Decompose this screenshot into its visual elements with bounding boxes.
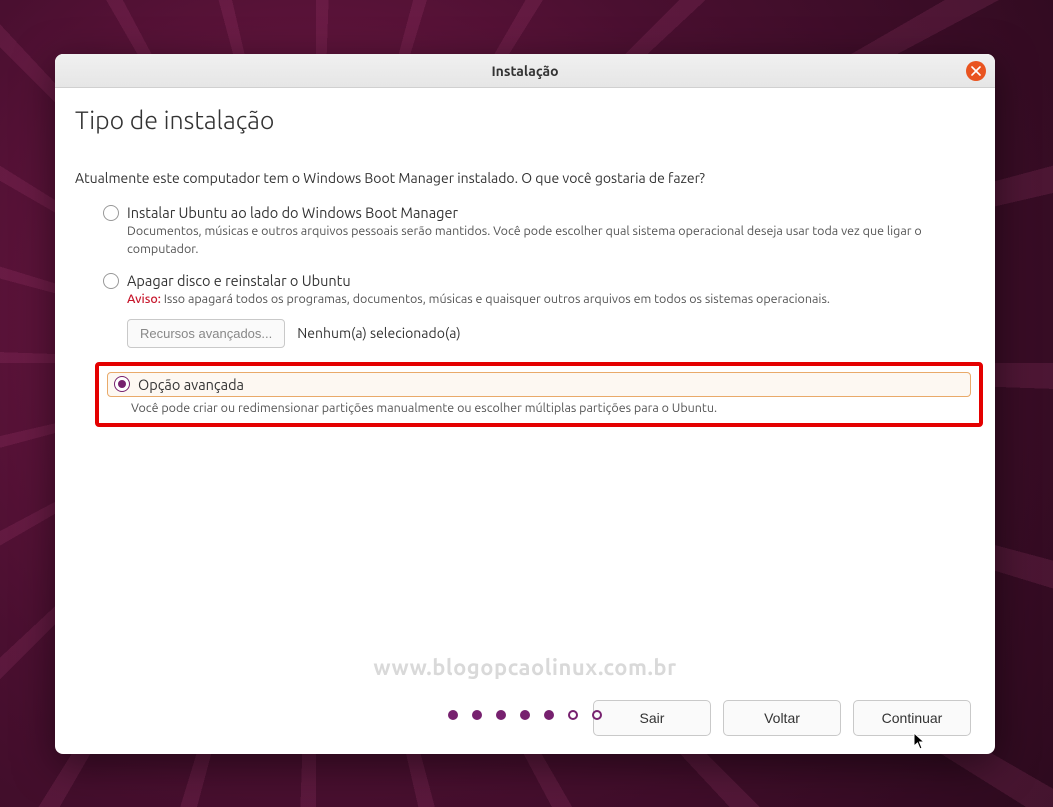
option-advanced: Opção avançada (107, 372, 971, 397)
progress-dot (496, 710, 506, 720)
radio-erase[interactable] (103, 273, 119, 289)
option-advanced-desc: Você pode criar ou redimensionar partiçõ… (131, 401, 971, 415)
progress-dot (520, 710, 530, 720)
quit-button[interactable]: Sair (593, 700, 711, 736)
radio-alongside[interactable] (103, 205, 119, 221)
prompt-text: Atualmente este computador tem o Windows… (75, 170, 975, 186)
install-options: Instalar Ubuntu ao lado do Windows Boot … (75, 204, 975, 427)
progress-dot (568, 710, 578, 720)
option-erase: Apagar disco e reinstalar o Ubuntu Aviso… (103, 272, 975, 348)
progress-dot (472, 710, 482, 720)
option-erase-desc: Aviso: Isso apagará todos os programas, … (127, 291, 975, 309)
titlebar: Instalação (55, 54, 995, 88)
close-icon (971, 62, 981, 80)
watermark-text: www.blogopcaolinux.com.br (373, 655, 676, 680)
content-area: Tipo de instalação Atualmente este compu… (55, 88, 995, 754)
window-title: Instalação (491, 63, 558, 79)
progress-dots (448, 710, 602, 720)
back-button[interactable]: Voltar (723, 700, 841, 736)
advanced-features-row: Recursos avançados... Nenhum(a) selecion… (127, 319, 975, 348)
progress-dot (544, 710, 554, 720)
close-button[interactable] (966, 61, 986, 81)
advanced-features-button[interactable]: Recursos avançados... (127, 319, 285, 348)
option-alongside-label[interactable]: Instalar Ubuntu ao lado do Windows Boot … (127, 204, 458, 221)
radio-advanced[interactable] (114, 376, 130, 392)
warning-text: Isso apagará todos os programas, documen… (161, 292, 830, 306)
warning-label: Aviso: (127, 292, 161, 306)
option-advanced-highlight: Opção avançada Você pode criar ou redime… (95, 362, 983, 427)
progress-dot (448, 710, 458, 720)
advanced-features-status: Nenhum(a) selecionado(a) (297, 325, 460, 341)
option-advanced-label[interactable]: Opção avançada (138, 376, 244, 393)
progress-dot (592, 710, 602, 720)
option-alongside: Instalar Ubuntu ao lado do Windows Boot … (103, 204, 975, 258)
footer-buttons: Sair Voltar Continuar (75, 700, 975, 740)
installer-window: Instalação Tipo de instalação Atualmente… (55, 54, 995, 754)
option-erase-label[interactable]: Apagar disco e reinstalar o Ubuntu (127, 272, 351, 289)
option-alongside-desc: Documentos, músicas e outros arquivos pe… (127, 223, 975, 258)
continue-button[interactable]: Continuar (853, 700, 971, 736)
page-title: Tipo de instalação (75, 106, 975, 134)
